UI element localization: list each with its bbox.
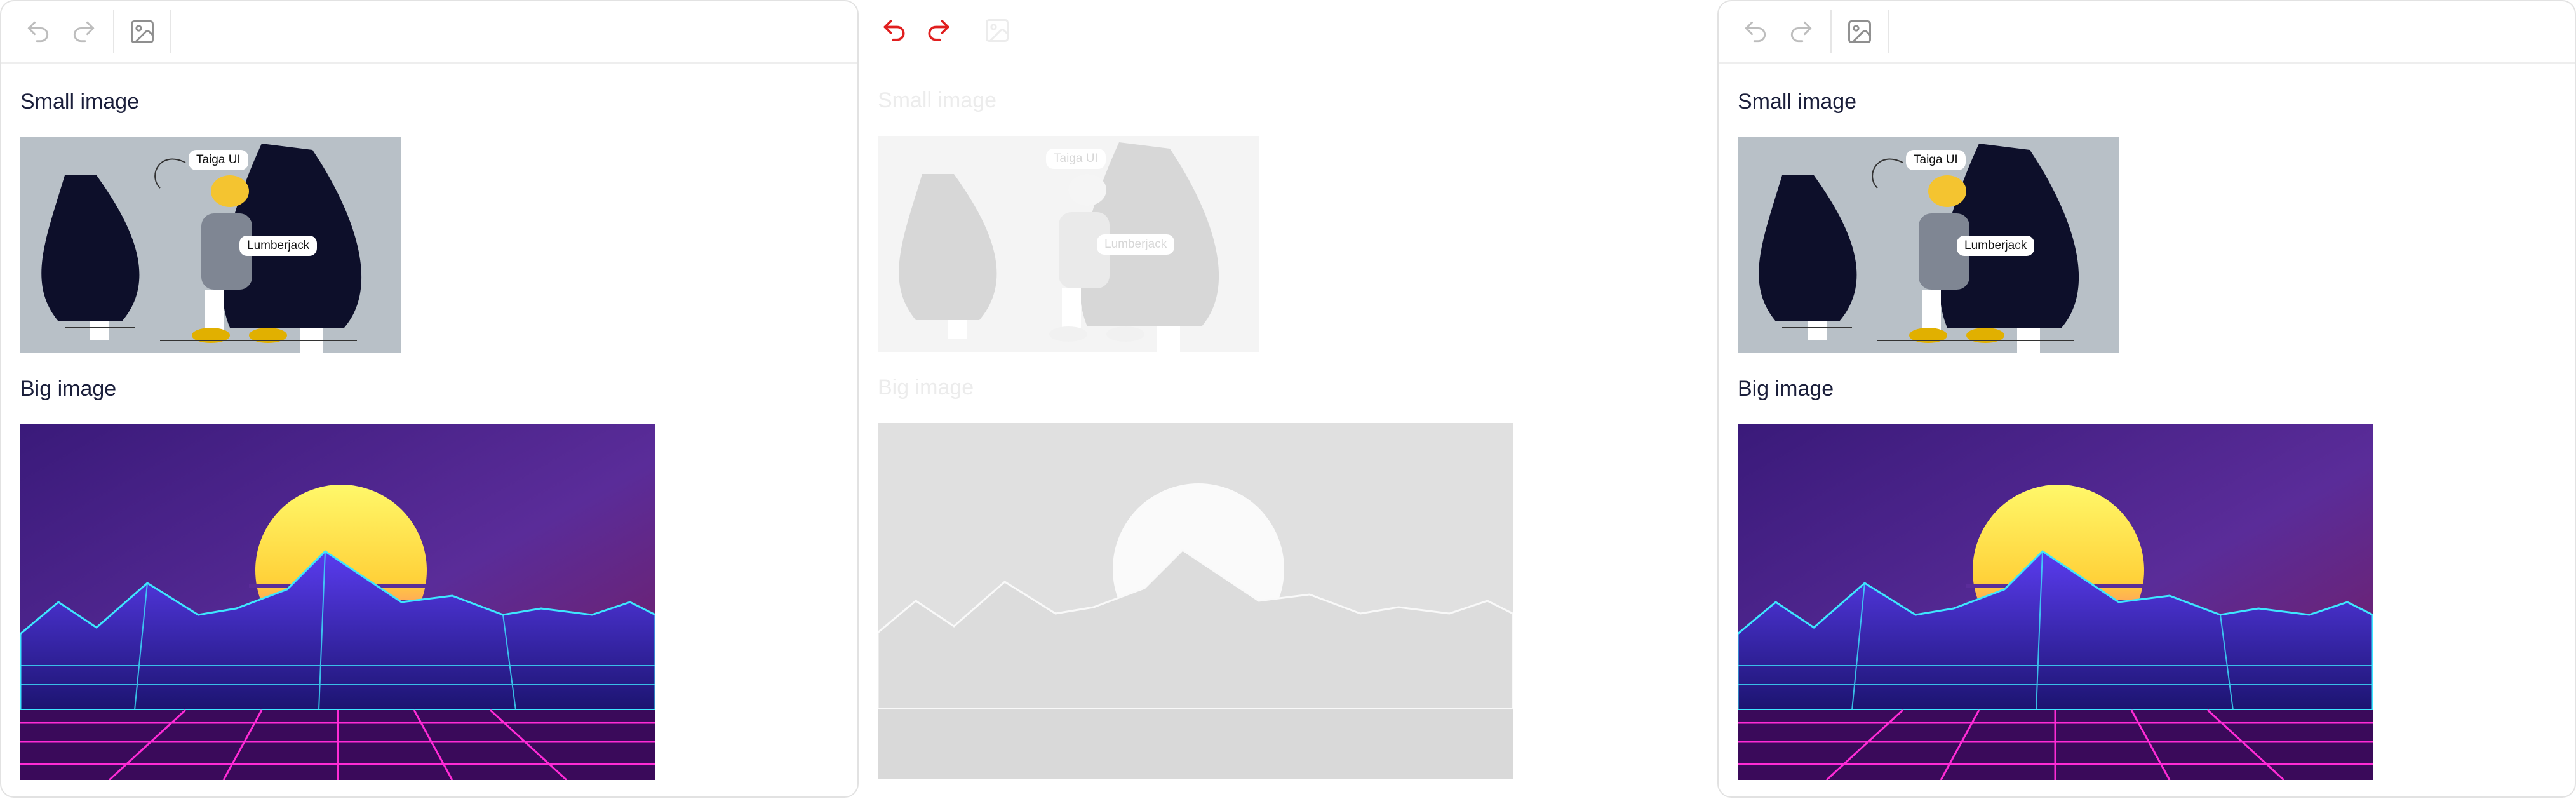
image-tag-top: Taiga UI: [189, 150, 248, 170]
small-image[interactable]: Taiga UI Lumberjack: [20, 137, 401, 353]
editor-toolbar: [859, 0, 1717, 61]
insert-image-button: [981, 14, 1014, 47]
editor-panel-3: Small image Taiga UI Lumberjack Big imag…: [1717, 0, 2576, 798]
undo-icon: [1745, 21, 1766, 43]
big-image: [878, 423, 1513, 779]
image-tag-bottom: Lumberjack: [239, 236, 318, 256]
small-image-heading: Small image: [878, 88, 997, 112]
editor-panel-1: Small image Taiga UI Lumberjack Big imag…: [0, 0, 859, 798]
redo-icon: [928, 20, 949, 41]
undo-icon: [883, 20, 905, 41]
undo-icon: [27, 21, 49, 43]
undo-button[interactable]: [1739, 15, 1772, 48]
editor-toolbar: [1719, 1, 2575, 64]
editor-panel-2: Small image Taiga UI Lumberjack Big imag…: [859, 0, 1717, 798]
image-icon: [986, 19, 1009, 42]
image-tag-bottom: Lumberjack: [1957, 236, 2035, 256]
redo-icon: [1790, 21, 1812, 43]
big-image-heading: Big image: [20, 377, 117, 401]
small-image-heading: Small image: [20, 90, 140, 114]
insert-image-button[interactable]: [1843, 15, 1876, 48]
redo-icon: [73, 21, 95, 43]
editor-toolbar: [1, 1, 857, 64]
big-image-heading: Big image: [878, 375, 974, 399]
image-tag-top: Taiga UI: [1906, 150, 1966, 170]
image-tag-bottom: Lumberjack: [1097, 234, 1175, 255]
small-image[interactable]: Taiga UI Lumberjack: [1738, 137, 2119, 353]
small-image-heading: Small image: [1738, 90, 1857, 114]
redo-button[interactable]: [1785, 15, 1818, 48]
redo-button[interactable]: [67, 15, 100, 48]
insert-image-button[interactable]: [126, 15, 159, 48]
image-tag-top: Taiga UI: [1046, 149, 1106, 169]
toolbar-separator: [1830, 10, 1832, 53]
toolbar-separator: [170, 10, 171, 53]
undo-button[interactable]: [22, 15, 55, 48]
image-icon: [131, 20, 154, 43]
image-icon: [1848, 20, 1871, 43]
big-image[interactable]: [1738, 424, 2373, 780]
small-image: Taiga UI Lumberjack: [878, 136, 1259, 352]
big-image[interactable]: [20, 424, 655, 780]
redo-button[interactable]: [922, 14, 955, 47]
toolbar-separator: [113, 10, 114, 53]
undo-button[interactable]: [878, 14, 911, 47]
toolbar-separator: [1888, 10, 1889, 53]
big-image-heading: Big image: [1738, 377, 1834, 401]
